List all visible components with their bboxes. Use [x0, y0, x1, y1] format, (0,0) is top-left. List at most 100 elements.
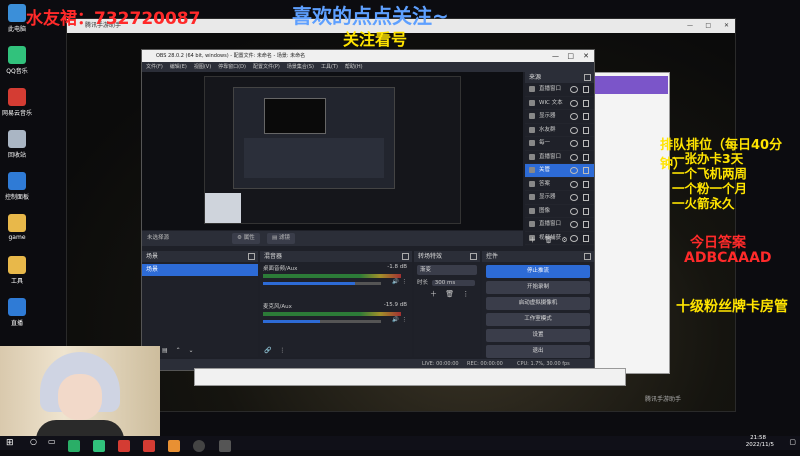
visibility-eye-icon[interactable] — [570, 167, 578, 174]
speaker-icon[interactable]: 🔊 — [392, 317, 399, 323]
lock-icon[interactable] — [583, 221, 589, 228]
trash-icon[interactable]: 🗑 — [544, 236, 553, 244]
more-icon[interactable]: ⋮ — [279, 347, 285, 354]
menu-item[interactable]: 视图(V) — [194, 64, 211, 70]
duration-input[interactable]: 300 ms — [431, 280, 475, 286]
control-button[interactable]: 工作室模式 — [486, 313, 590, 326]
lock-icon[interactable] — [583, 194, 589, 201]
move-down-icon[interactable]: ⌄ — [189, 347, 194, 354]
desktop-icon[interactable]: 回收站 — [2, 130, 32, 159]
source-item[interactable]: 每一 — [525, 137, 594, 151]
visibility-eye-icon[interactable] — [570, 153, 578, 161]
desktop-icon[interactable]: game — [2, 214, 32, 241]
source-item[interactable]: 直播窗口 — [525, 218, 594, 232]
desktop-icon[interactable]: 直播 — [2, 298, 32, 327]
visibility-eye-icon[interactable] — [570, 207, 578, 215]
app-icon — [8, 88, 26, 106]
clock-date[interactable]: 2022/11/5 — [746, 442, 774, 448]
taskbar-apps — [64, 437, 235, 456]
menu-item[interactable]: 停靠窗口(D) — [218, 64, 246, 70]
source-item[interactable]: 关管 — [525, 164, 594, 178]
source-item[interactable]: 水友群 — [525, 124, 594, 137]
source-item[interactable]: WIC 文本 — [525, 97, 594, 110]
remove-scene-icon[interactable]: ▤ — [162, 347, 168, 354]
properties-button[interactable]: ⚙ 属性 — [232, 233, 260, 244]
clock-time[interactable]: 21:58 — [750, 435, 766, 441]
music-icon[interactable] — [93, 440, 106, 452]
desktop-icon[interactable]: QQ音乐 — [2, 46, 32, 75]
menu-item[interactable]: 工具(T) — [321, 64, 338, 70]
lock-icon[interactable] — [583, 99, 589, 107]
source-item[interactable]: 图像 — [525, 205, 594, 218]
volume-slider[interactable] — [263, 282, 381, 285]
app-icon[interactable] — [143, 440, 156, 452]
minimize-icon[interactable]: — — [687, 19, 693, 33]
visibility-eye-icon[interactable] — [570, 140, 578, 147]
visibility-eye-icon[interactable] — [570, 99, 578, 107]
task-view-icon[interactable]: ▭ — [48, 437, 56, 446]
maximize-icon[interactable]: □ — [567, 50, 574, 62]
source-item[interactable]: 直播窗口 — [525, 151, 594, 164]
netease-icon[interactable] — [118, 440, 131, 452]
source-item[interactable]: 显示器 — [525, 110, 594, 124]
desktop-icon[interactable]: 网易云音乐 — [2, 88, 32, 117]
desktop-icon[interactable]: 控制面板 — [2, 172, 32, 201]
maximize-icon[interactable]: □ — [705, 19, 711, 33]
visibility-eye-icon[interactable] — [570, 194, 578, 201]
minimize-icon[interactable]: — — [552, 50, 559, 62]
menu-item[interactable]: 编辑(E) — [170, 64, 187, 70]
visibility-eye-icon[interactable] — [570, 113, 578, 120]
side-app-window-purple — [588, 76, 668, 94]
control-button[interactable]: 退出 — [486, 345, 590, 358]
lock-icon[interactable] — [583, 140, 589, 147]
close-icon[interactable]: ✕ — [724, 19, 729, 33]
lock-icon[interactable] — [583, 153, 589, 161]
notification-icon[interactable]: ▢ — [789, 438, 796, 446]
add-icon[interactable]: ＋ — [529, 236, 536, 244]
visibility-eye-icon[interactable] — [570, 126, 578, 134]
control-button[interactable]: 设置 — [486, 329, 590, 342]
link-icon[interactable]: 🔗 — [264, 347, 271, 354]
remove-transition-icon[interactable]: 🗑 — [445, 290, 454, 298]
more-icon[interactable]: ⋮ — [402, 279, 408, 285]
menu-item[interactable]: 场景集合(S) — [287, 64, 314, 70]
game-icon[interactable] — [168, 440, 181, 452]
lock-icon[interactable] — [583, 167, 589, 174]
lock-icon[interactable] — [583, 207, 589, 215]
speaker-icon[interactable]: 🔊 — [392, 279, 399, 285]
source-item[interactable]: 答案 — [525, 178, 594, 191]
visibility-eye-icon[interactable] — [570, 221, 578, 228]
lock-icon[interactable] — [583, 86, 589, 93]
more-icon[interactable]: ⋮ — [462, 290, 469, 298]
obs-icon[interactable] — [193, 440, 206, 452]
emulator-icon[interactable] — [218, 440, 231, 452]
move-up-icon[interactable]: ⌃ — [176, 347, 181, 354]
search-icon[interactable]: ○ — [30, 437, 37, 446]
desktop-icon[interactable]: 工具 — [2, 256, 32, 285]
scenes-title: 场景 — [146, 253, 159, 260]
source-item[interactable]: 直播窗口 — [525, 83, 594, 97]
lock-icon[interactable] — [583, 180, 589, 188]
control-button[interactable]: 启动虚拟摄像机 — [486, 297, 590, 310]
lock-icon[interactable] — [583, 113, 589, 120]
close-icon[interactable]: ✕ — [583, 50, 589, 62]
visibility-eye-icon[interactable] — [570, 180, 578, 188]
gear-icon[interactable]: ⚙ — [561, 236, 567, 244]
wechat-icon[interactable] — [68, 440, 80, 452]
transition-select[interactable]: 渐变 — [417, 265, 477, 275]
control-button[interactable]: 停止推流 — [486, 265, 590, 278]
lock-icon[interactable] — [583, 126, 589, 134]
scene-item[interactable]: 场景 — [142, 264, 258, 276]
menu-item[interactable]: 文件(F) — [146, 64, 163, 70]
add-transition-icon[interactable]: ＋ — [430, 290, 437, 298]
visibility-eye-icon[interactable] — [570, 86, 578, 93]
filters-button[interactable]: ▤ 滤镜 — [267, 233, 295, 244]
source-item[interactable]: 显示器 — [525, 191, 594, 205]
windows-start-icon[interactable]: ⊞ — [6, 438, 14, 448]
menu-item[interactable]: 帮助(H) — [345, 64, 363, 70]
volume-slider[interactable] — [263, 320, 381, 323]
preview-area[interactable] — [142, 72, 523, 230]
more-icon[interactable]: ⋮ — [402, 317, 408, 323]
control-button[interactable]: 开始录制 — [486, 281, 590, 294]
menu-item[interactable]: 配置文件(P) — [253, 64, 280, 70]
